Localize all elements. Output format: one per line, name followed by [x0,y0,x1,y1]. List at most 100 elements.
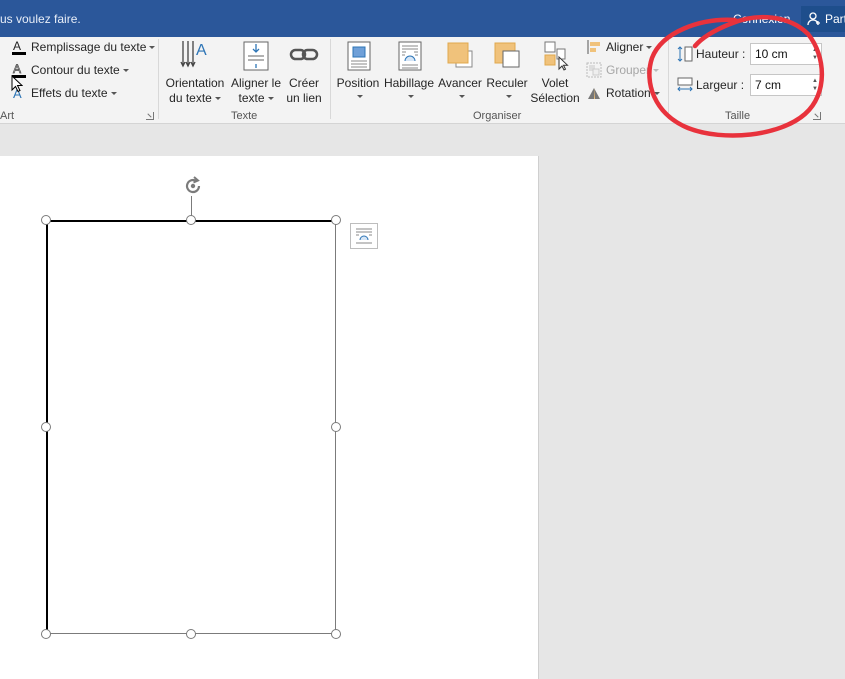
wrap-text-label: Habillage [383,76,435,90]
svg-text:A: A [13,39,21,53]
bring-forward-label: Avancer [438,76,482,90]
rotate-label: Rotation [606,86,651,100]
link-icon [288,39,320,73]
text-direction-label-2: du texte [169,91,212,105]
position-button[interactable]: Position [335,39,381,101]
group-button[interactable]: Grouper [586,60,660,80]
width-label: Largeur : [696,78,745,92]
spin-arrows-icon[interactable]: ▲ ▼ [812,46,818,62]
layout-options-icon [356,228,372,244]
text-fill-label: Remplissage du texte [31,40,147,54]
resize-handle-left[interactable] [41,422,51,432]
create-link-button[interactable]: Créer un lien [284,39,324,106]
selected-shape[interactable] [46,220,336,634]
user-add-icon [807,12,820,26]
ribbon: A Remplissage du texte A Contour du text… [0,37,845,124]
rotation-connector [191,196,192,216]
bring-forward-icon [444,39,476,73]
align-label: Aligner [606,40,644,54]
shape-height-icon [677,46,693,62]
group-icon [586,62,602,78]
organiser-group-label: Organiser [473,110,522,122]
resize-handle-top-left[interactable] [41,215,51,225]
wrap-text-icon [393,39,425,73]
resize-handle-bottom[interactable] [186,629,196,639]
chevron-down-icon [356,94,363,98]
text-fill-button[interactable]: A Remplissage du texte [11,37,156,57]
layout-options-button[interactable] [350,223,378,249]
height-row: Hauteur : 10 cm ▲ ▼ [676,42,822,66]
selection-pane-icon [539,39,571,73]
tell-me-search[interactable]: us voulez faire. [0,12,81,26]
text-effects-label: Effets du texte [31,86,108,100]
create-link-label-2: un lien [286,91,322,105]
send-backward-button[interactable]: Reculer [485,39,529,101]
align-icon [586,39,602,55]
height-input[interactable]: 10 cm ▲ ▼ [750,43,822,65]
group-divider [330,39,331,119]
wrap-text-button[interactable]: Habillage [383,39,435,101]
share-label: Part [825,12,845,26]
text-fill-icon: A [11,39,27,55]
chevron-down-icon [110,91,117,95]
title-bar: us voulez faire. Connexion Part [0,0,845,37]
shape-width-icon [677,77,693,92]
svg-text:A: A [13,62,21,76]
width-value: 7 cm [755,78,782,92]
chevron-down-icon [149,45,156,49]
chevron-down-icon [646,45,653,49]
height-label: Hauteur : [696,47,746,61]
chevron-down-icon [214,97,221,101]
rotate-button[interactable]: Rotation [586,83,660,103]
align-text-label-1: Aligner le [230,76,282,90]
chevron-down-icon [267,97,274,101]
position-icon [342,39,374,73]
chevron-down-icon [505,94,512,98]
width-row: Largeur : 7 cm ▲ ▼ [676,73,822,97]
svg-text:A: A [196,42,207,59]
share-button[interactable]: Part [801,6,845,32]
group-divider [158,39,159,119]
align-text-label-2: texte [238,91,265,105]
chevron-down-icon [407,94,414,98]
chevron-down-icon [653,91,660,95]
taille-group-label: Taille [725,110,751,122]
width-input[interactable]: 7 cm ▲ ▼ [750,74,822,96]
group-label: Grouper [606,63,651,77]
send-backward-label: Reculer [486,76,528,90]
size-dialog-launcher-icon[interactable] [813,112,821,120]
text-effects-button[interactable]: A Effets du texte [11,83,117,103]
group-divider [668,39,669,119]
texte-group-label: Texte [231,110,258,122]
wordart-dialog-launcher-icon[interactable] [146,112,154,120]
sign-in-link[interactable]: Connexion [733,12,790,26]
height-value: 10 cm [755,47,788,61]
text-direction-icon: A [179,39,211,73]
position-label: Position [336,76,380,90]
mouse-cursor-icon [11,75,23,93]
text-direction-button[interactable]: A Orientation du texte [164,39,226,106]
text-outline-button[interactable]: A Contour du texte [11,60,129,80]
align-button[interactable]: Aligner [586,37,653,57]
resize-handle-bottom-right[interactable] [331,629,341,639]
align-text-button[interactable]: Aligner le texte [228,39,284,106]
text-outline-label: Contour du texte [31,63,120,77]
rotate-handle-icon[interactable] [181,175,205,197]
create-link-label-1: Créer [288,76,319,90]
chevron-down-icon [122,68,129,72]
align-text-icon [240,39,272,73]
selection-pane-label-2: Sélection [530,91,580,105]
chevron-down-icon [653,68,660,72]
wordart-group-label: Art [0,110,15,122]
resize-handle-top[interactable] [186,215,196,225]
resize-handle-bottom-left[interactable] [41,629,51,639]
text-direction-label-1: Orientation [165,76,225,90]
selection-pane-button[interactable]: Volet Sélection [530,39,580,106]
chevron-down-icon [458,94,465,98]
bring-forward-button[interactable]: Avancer [437,39,483,101]
selection-pane-label-1: Volet [541,76,569,90]
resize-handle-right[interactable] [331,422,341,432]
send-backward-icon [491,39,523,73]
resize-handle-top-right[interactable] [331,215,341,225]
spin-arrows-icon[interactable]: ▲ ▼ [812,77,818,93]
